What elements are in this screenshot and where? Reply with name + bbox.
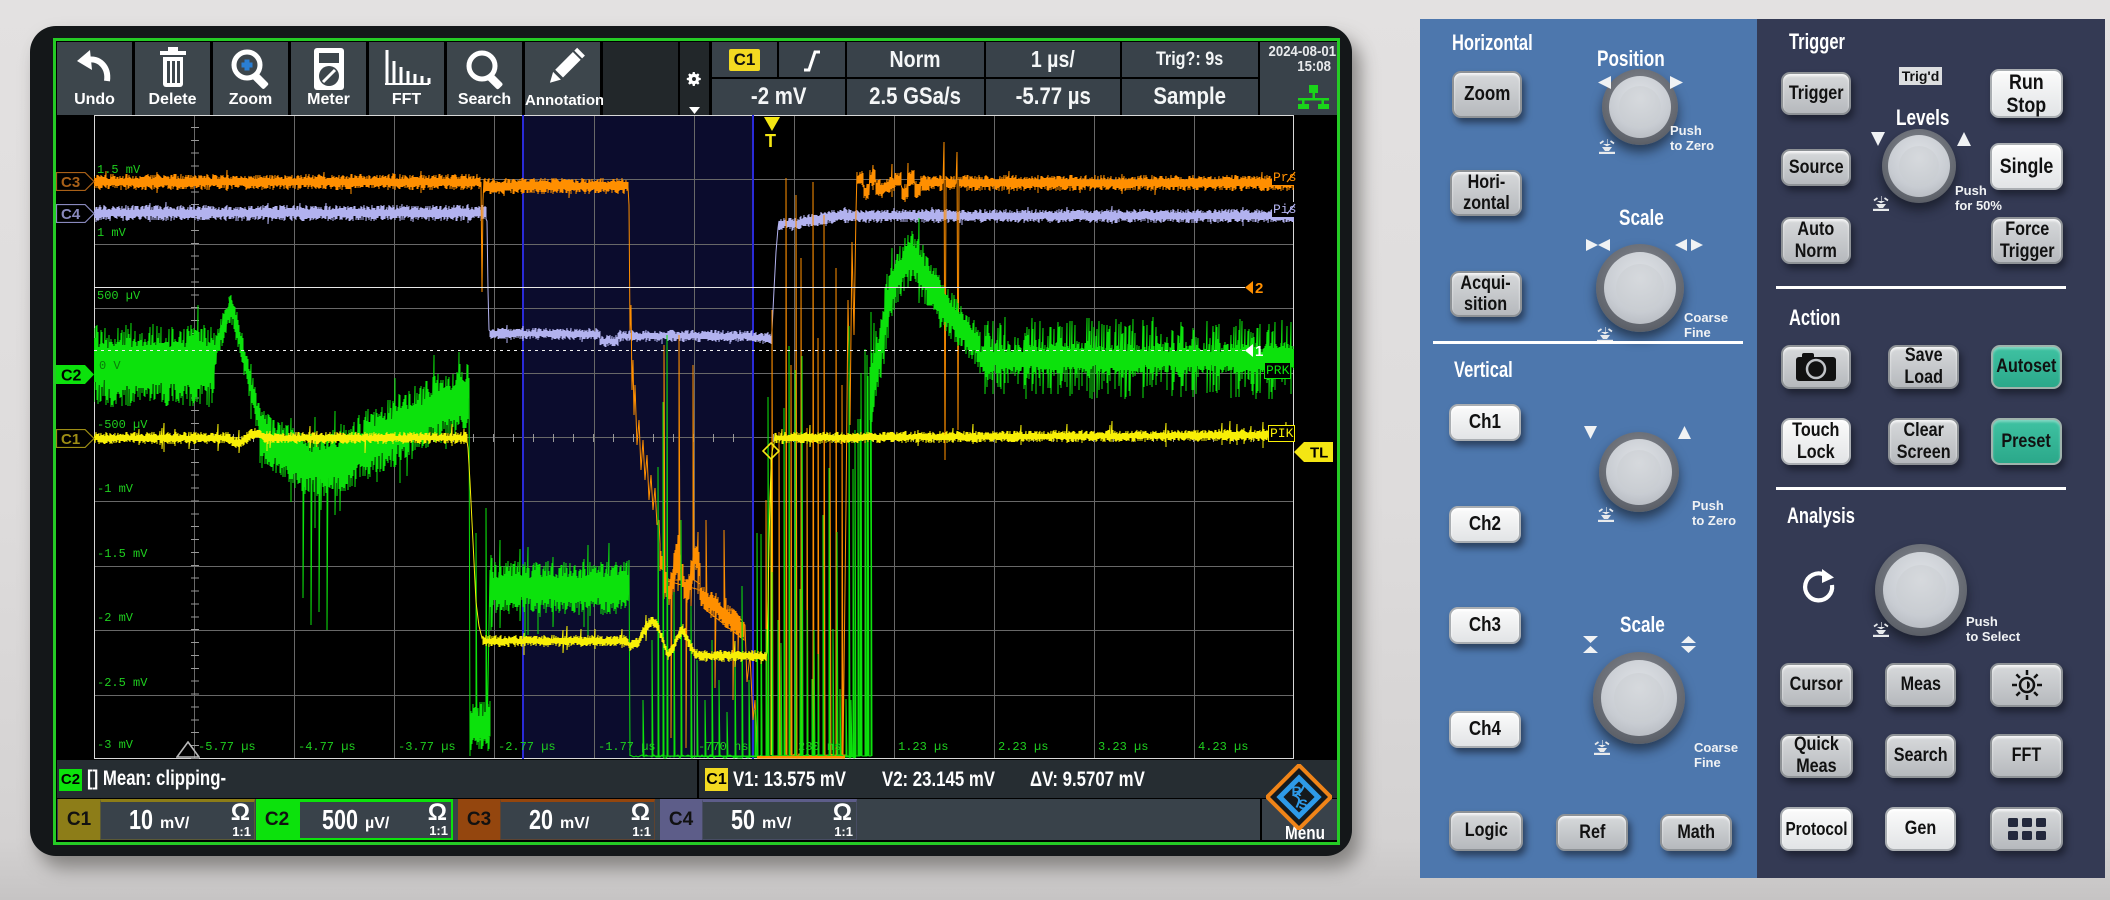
svg-text:1: 1 xyxy=(1255,344,1263,358)
svg-text:C4: C4 xyxy=(61,206,81,223)
svg-text:TL: TL xyxy=(1310,445,1328,462)
svg-text:2: 2 xyxy=(1255,281,1263,295)
svg-text:C2: C2 xyxy=(61,368,82,385)
svg-text:C3: C3 xyxy=(61,174,80,191)
svg-text:C1: C1 xyxy=(61,431,80,448)
svg-text:S: S xyxy=(1299,796,1308,812)
